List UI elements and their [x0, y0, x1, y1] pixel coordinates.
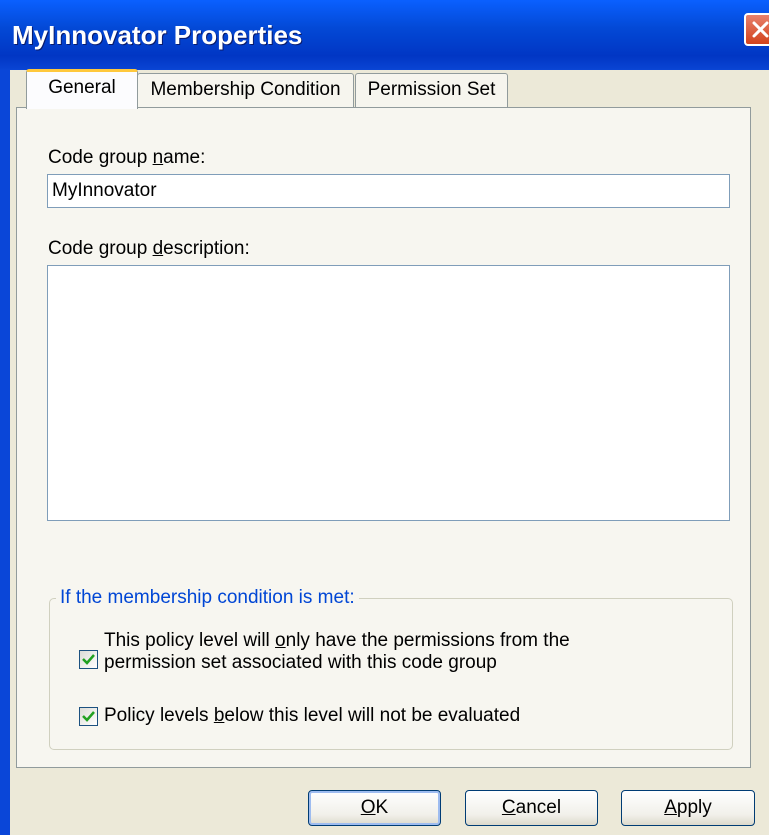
code-group-name-field[interactable] — [48, 175, 729, 207]
window-title: MyInnovator Properties — [12, 20, 303, 50]
checkmark-icon — [82, 711, 95, 722]
code-group-name-label: Code group name: — [48, 147, 206, 168]
code-group-description-field[interactable] — [48, 266, 729, 520]
cancel-button[interactable]: Cancel — [465, 790, 598, 826]
groupbox-legend: If the membership condition is met: — [56, 587, 359, 609]
general-tab-panel: Code group name: Code group description:… — [16, 107, 751, 768]
levels-below-not-evaluated-checkbox[interactable] — [79, 707, 98, 726]
levels-below-not-evaluated-label: Policy levels below this level will not … — [104, 705, 521, 726]
tab-permission-set-label: Permission Set — [367, 79, 496, 100]
properties-dialog: MyInnovator Properties General Membershi… — [0, 0, 769, 835]
tab-membership-condition[interactable]: Membership Condition — [137, 73, 354, 107]
tab-general[interactable]: General — [26, 69, 138, 109]
tab-permission-set[interactable]: Permission Set — [355, 73, 508, 107]
code-group-name-field-box — [47, 174, 730, 208]
code-group-description-box — [47, 265, 730, 521]
apply-button[interactable]: Apply — [621, 790, 755, 826]
title-bar[interactable]: MyInnovator Properties — [0, 0, 769, 70]
only-policy-permissions-checkbox[interactable] — [79, 650, 98, 669]
tab-membership-condition-label: Membership Condition — [150, 79, 341, 100]
tab-general-label: General — [48, 77, 116, 98]
code-group-description-label: Code group description: — [48, 238, 250, 259]
membership-condition-groupbox: If the membership condition is met: This… — [49, 587, 733, 750]
close-icon — [752, 21, 769, 38]
close-button[interactable] — [744, 13, 769, 46]
checkmark-icon — [82, 654, 95, 665]
ok-button[interactable]: OK — [308, 790, 441, 826]
only-policy-permissions-label: This policy level will only have the per… — [104, 630, 570, 673]
